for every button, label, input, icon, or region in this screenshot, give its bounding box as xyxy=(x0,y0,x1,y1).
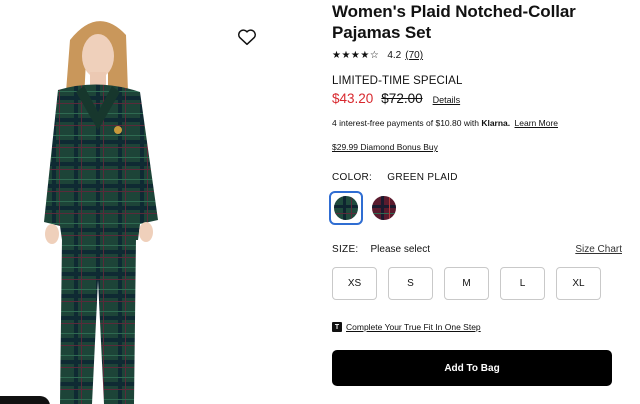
size-option-m[interactable]: M xyxy=(444,267,489,300)
color-value: GREEN PLAID xyxy=(387,172,458,183)
klarna-message: 4 interest-free payments of $10.80 with … xyxy=(332,118,622,128)
color-label: COLOR: xyxy=(332,172,373,183)
size-label: SIZE: xyxy=(332,244,359,255)
klarna-text: 4 interest-free payments of $10.80 with xyxy=(332,118,479,128)
red-plaid-swatch-image xyxy=(372,196,396,220)
product-image-gallery[interactable] xyxy=(0,0,300,404)
original-price: $72.00 xyxy=(381,91,423,106)
price-row: $43.20 $72.00 Details xyxy=(332,91,622,106)
size-options: XS S M L XL xyxy=(332,267,622,300)
product-title: Women's Plaid Notched-Collar Pajamas Set xyxy=(332,2,576,42)
color-swatches xyxy=(329,191,622,225)
chat-widget-button[interactable] xyxy=(0,396,50,404)
true-fit-row[interactable]: T Complete Your True Fit In One Step xyxy=(332,322,622,332)
green-plaid-swatch-image xyxy=(334,196,358,220)
size-option-l[interactable]: L xyxy=(500,267,545,300)
product-details: Women's Plaid Notched-Collar Pajamas Set… xyxy=(329,0,622,386)
size-option-xl[interactable]: XL xyxy=(556,267,601,300)
product-image[interactable] xyxy=(0,0,300,404)
heart-outline-icon xyxy=(238,29,256,46)
bonus-buy-link[interactable]: $29.99 Diamond Bonus Buy xyxy=(332,142,622,152)
true-fit-link[interactable]: Complete Your True Fit In One Step xyxy=(346,322,481,332)
promo-label: LIMITED-TIME SPECIAL xyxy=(332,75,463,87)
size-option-xs[interactable]: XS xyxy=(332,267,377,300)
swatch-red-plaid[interactable] xyxy=(370,194,398,222)
sale-price: $43.20 xyxy=(332,91,374,106)
truefit-t-icon: T xyxy=(332,322,342,332)
rating-value: 4.2 xyxy=(387,50,402,61)
rating-stars: ★★★★☆ xyxy=(332,50,380,61)
add-to-bag-button[interactable]: Add To Bag xyxy=(332,350,612,386)
wishlist-button[interactable] xyxy=(236,26,258,48)
product-rating[interactable]: ★★★★☆ 4.2 (70) xyxy=(332,50,622,61)
price-details-link[interactable]: Details xyxy=(433,95,461,105)
klarna-logo: Klarna. xyxy=(481,118,511,128)
size-selector-label: SIZE: Please select Size Chart xyxy=(332,244,622,255)
klarna-learn-more-link[interactable]: Learn More xyxy=(515,118,558,128)
color-selector-label: COLOR: GREEN PLAID xyxy=(332,172,622,183)
review-count-link[interactable]: (70) xyxy=(405,50,423,61)
size-chart-link[interactable]: Size Chart xyxy=(575,244,622,255)
swatch-green-plaid[interactable] xyxy=(329,191,363,225)
size-value: Please select xyxy=(370,244,430,255)
size-option-s[interactable]: S xyxy=(388,267,433,300)
